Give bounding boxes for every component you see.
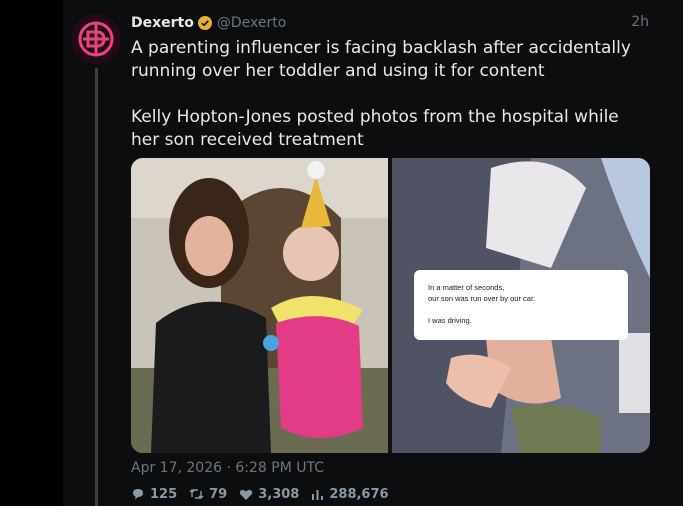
verified-badge-icon — [197, 16, 212, 30]
tweet-media[interactable]: In a matter of seconds, our son was run … — [131, 158, 650, 453]
reply-button[interactable]: 125 — [131, 487, 177, 502]
caption-overlay-card: In a matter of seconds, our son was run … — [414, 270, 628, 340]
reply-icon — [133, 489, 143, 500]
tweet-timestamp[interactable]: Apr 17, 2026 · 6:28 PM UTC — [131, 460, 324, 476]
tweet-header: Dexerto @Dexerto 2h — [131, 13, 651, 33]
avatar[interactable] — [71, 14, 121, 64]
views-icon — [312, 489, 324, 500]
repost-icon — [189, 489, 204, 499]
dexerto-logo-icon — [71, 14, 121, 64]
overlay-line-2: our son was run over by our car. — [428, 294, 536, 303]
photo-mother-child[interactable] — [131, 158, 388, 453]
heart-icon — [240, 489, 253, 500]
author-name[interactable]: Dexerto — [131, 15, 194, 31]
thread-line — [95, 68, 98, 506]
views-count: 288,676 — [329, 486, 389, 502]
repost-count: 79 — [209, 486, 228, 502]
like-button[interactable]: 3,308 — [239, 487, 299, 502]
like-count: 3,308 — [258, 486, 300, 502]
tweet-text: A parenting influencer is facing backlas… — [131, 37, 651, 152]
views-button[interactable]: 288,676 — [311, 486, 389, 502]
relative-time[interactable]: 2h — [631, 14, 649, 30]
tweet-text-paragraph-1: A parenting influencer is facing backlas… — [131, 38, 631, 81]
reply-count: 125 — [150, 486, 178, 502]
overlay-line-3: I was driving. — [428, 316, 472, 325]
tweet-stats: 125 79 3,308 288,676 — [131, 485, 401, 503]
repost-button[interactable]: 79 — [189, 487, 227, 502]
author-handle[interactable]: @Dexerto — [217, 15, 286, 31]
tweet-text-paragraph-2: Kelly Hopton-Jones posted photos from th… — [131, 107, 619, 150]
overlay-line-1: In a matter of seconds, — [428, 283, 505, 292]
